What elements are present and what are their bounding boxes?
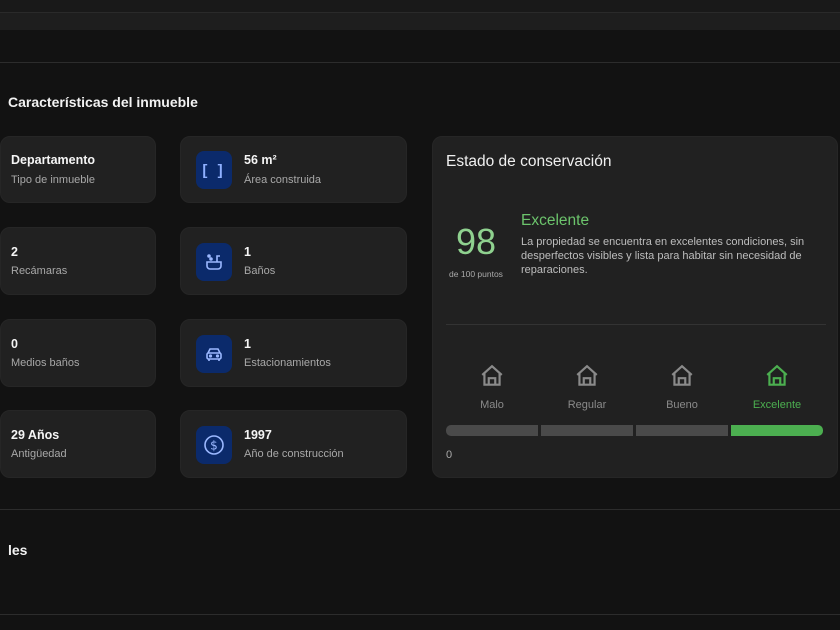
car-icon bbox=[196, 335, 232, 373]
feature-label: Estacionamientos bbox=[244, 357, 331, 369]
level-label: Malo bbox=[480, 399, 504, 411]
header-band bbox=[0, 12, 840, 30]
feature-value: 0 bbox=[11, 337, 18, 351]
section-title: Características del inmueble bbox=[8, 94, 198, 110]
level-bar-segment bbox=[446, 425, 538, 436]
conservation-title: Estado de conservación bbox=[446, 153, 612, 170]
feature-card-baths: 1 Baños bbox=[180, 227, 407, 295]
house-icon bbox=[574, 363, 600, 394]
level-label: Regular bbox=[567, 399, 607, 411]
level-bar-segment bbox=[731, 425, 823, 436]
dollar-circle-icon: $ bbox=[196, 426, 232, 464]
feature-label: Medios baños bbox=[11, 357, 80, 369]
feature-value: Departamento bbox=[11, 153, 96, 167]
house-icon bbox=[669, 363, 695, 394]
feature-value: 1 bbox=[244, 337, 251, 351]
feature-label: Antigüedad bbox=[11, 448, 67, 460]
level-bar-segment bbox=[541, 425, 633, 436]
feature-card-age: 29 Años Antigüedad bbox=[0, 410, 156, 478]
description-line: desperfectos visibles y lista para habit… bbox=[521, 250, 802, 262]
svg-text:$: $ bbox=[210, 439, 218, 453]
feature-label: Año de construcción bbox=[244, 448, 344, 460]
feature-label: Área construida bbox=[244, 174, 322, 186]
section-title: les bbox=[8, 542, 28, 558]
top-bar bbox=[0, 0, 840, 12]
feature-label: Recámaras bbox=[11, 265, 68, 277]
house-icon bbox=[764, 363, 790, 394]
scale-min: 0 bbox=[446, 449, 453, 461]
feature-card-type: Departamento Tipo de inmueble bbox=[0, 136, 156, 203]
feature-label: Baños bbox=[244, 265, 276, 277]
feature-value: 29 Años bbox=[11, 428, 60, 442]
feature-value: 56 m² bbox=[244, 153, 277, 167]
feature-card-year: $ 1997 Año de construcción bbox=[180, 410, 407, 478]
description-line: reparaciones. bbox=[521, 264, 588, 276]
feature-card-bedrooms: 2 Recámaras bbox=[0, 227, 156, 295]
feature-card-half-baths: 0 Medios baños bbox=[0, 319, 156, 387]
feature-card-parking: 1 Estacionamientos bbox=[180, 319, 407, 387]
divider bbox=[446, 324, 826, 325]
feature-value: 1 bbox=[244, 245, 251, 259]
rating-description: La propiedad se encuentra en excelentes … bbox=[521, 235, 827, 277]
feature-value: 2 bbox=[11, 245, 18, 259]
feature-card-area: [ ] 56 m² Área construida bbox=[180, 136, 407, 203]
house-icon bbox=[479, 363, 505, 394]
rating-label: Excelente bbox=[521, 212, 590, 229]
feature-value: 1997 bbox=[244, 428, 272, 442]
score-caption: de 100 puntos bbox=[449, 269, 503, 279]
area-bracket-icon: [ ] bbox=[196, 151, 232, 189]
feature-label: Tipo de inmueble bbox=[11, 174, 95, 186]
score-value: 98 bbox=[455, 221, 497, 262]
divider bbox=[0, 62, 840, 63]
level-bar-segment bbox=[636, 425, 728, 436]
description-line: La propiedad se encuentra en excelentes … bbox=[521, 236, 805, 248]
level-label: Excelente bbox=[752, 399, 802, 411]
bathtub-icon bbox=[196, 243, 232, 281]
level-label: Bueno bbox=[666, 399, 698, 411]
divider bbox=[0, 509, 840, 510]
divider bbox=[0, 614, 840, 615]
